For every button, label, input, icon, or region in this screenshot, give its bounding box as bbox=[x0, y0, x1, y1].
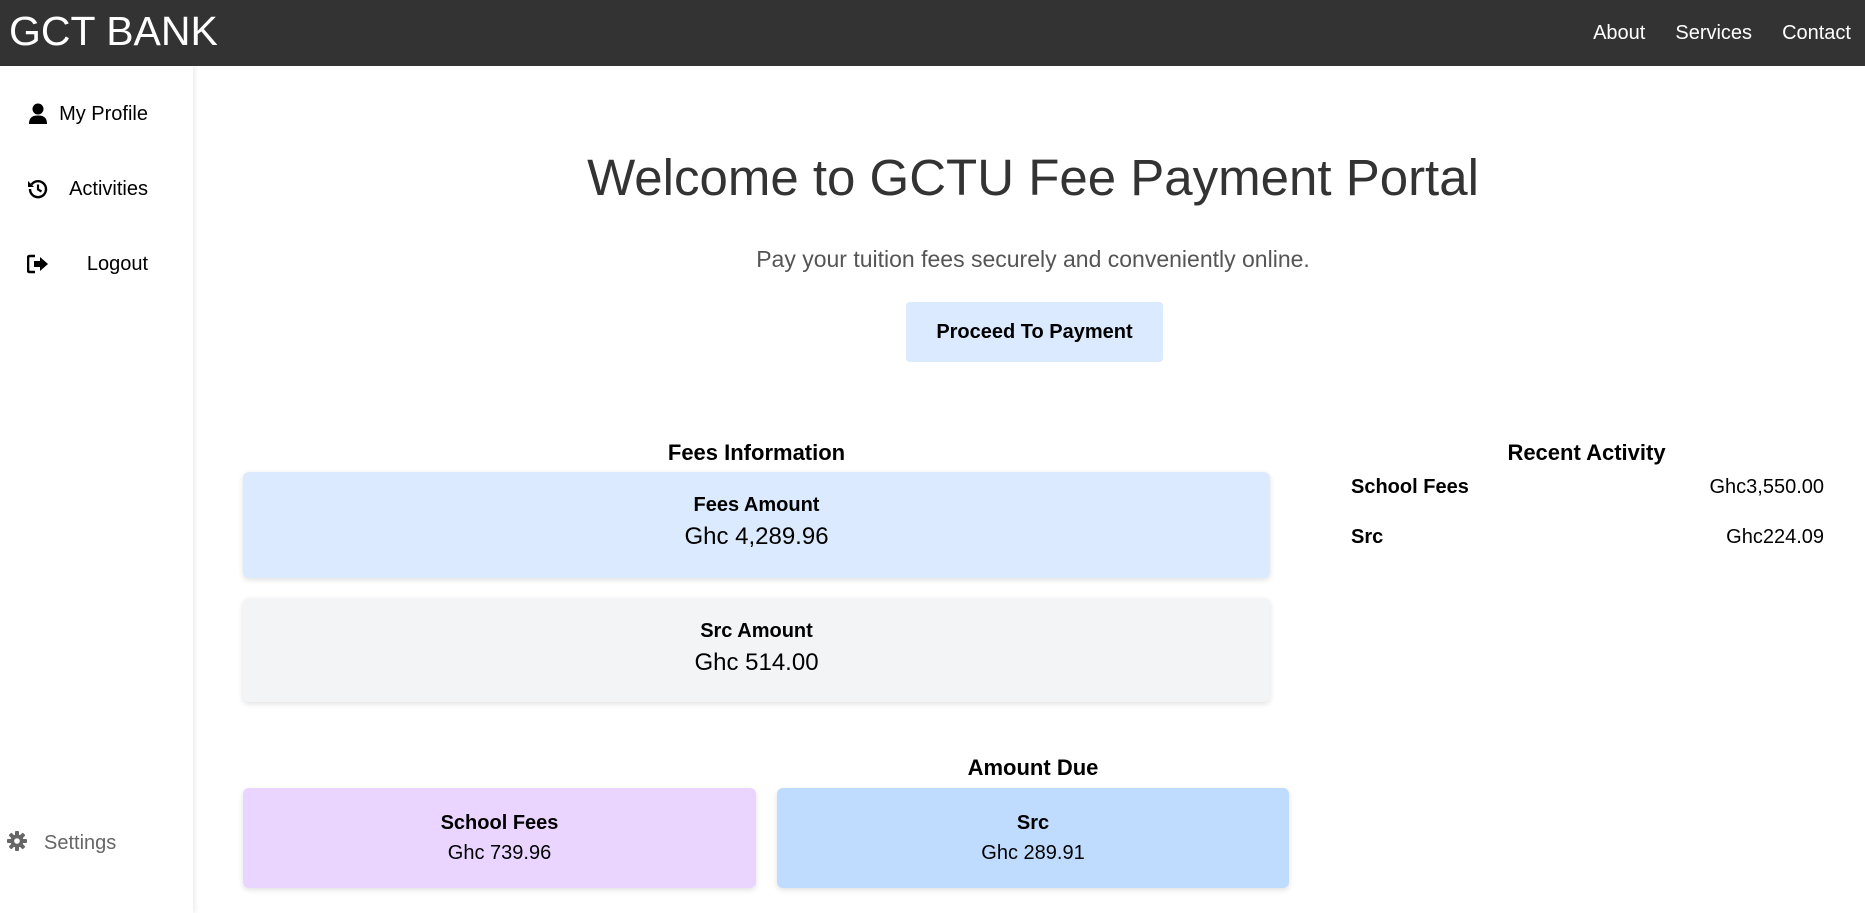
src-due-value: Ghc 289.91 bbox=[981, 842, 1085, 864]
school-fees-due-value: Ghc 739.96 bbox=[447, 842, 552, 864]
sidebar-item-my-profile[interactable]: My Profile bbox=[0, 92, 193, 136]
sidebar-item-label: Activities bbox=[69, 177, 148, 200]
recent-activity-title: Recent Activity bbox=[1507, 440, 1666, 465]
src-amount-label: Src Amount bbox=[700, 620, 813, 642]
top-nav: About Services Contact bbox=[1593, 0, 1851, 66]
src-amount-card: Src Amount Ghc 514.00 bbox=[243, 598, 1270, 702]
page-subtitle: Pay your tuition fees securely and conve… bbox=[756, 246, 1310, 272]
list-item: Src Ghc224.09 bbox=[1351, 526, 1824, 576]
logout-icon bbox=[26, 252, 50, 276]
sidebar: My Profile Activities Logout Settings bbox=[0, 66, 193, 913]
src-amount-value: Ghc 514.00 bbox=[694, 649, 819, 676]
sidebar-settings[interactable]: Settings bbox=[7, 831, 116, 856]
brand-logo[interactable]: GCT BANK bbox=[9, 8, 218, 54]
sidebar-item-logout[interactable]: Logout bbox=[0, 242, 193, 286]
nav-about-link[interactable]: About bbox=[1593, 22, 1645, 45]
fees-information-title: Fees Information bbox=[667, 440, 846, 465]
activity-name: School Fees bbox=[1351, 476, 1469, 498]
src-due-card: Src Ghc 289.91 bbox=[777, 788, 1289, 888]
recent-activity-list: School Fees Ghc3,550.00 Src Ghc224.09 bbox=[1351, 476, 1824, 576]
list-item: School Fees Ghc3,550.00 bbox=[1351, 476, 1824, 526]
proceed-to-payment-button[interactable]: Proceed To Payment bbox=[906, 302, 1163, 362]
sidebar-item-activities[interactable]: Activities bbox=[0, 167, 193, 211]
page-title: Welcome to GCTU Fee Payment Portal bbox=[587, 149, 1479, 206]
user-icon bbox=[26, 102, 50, 126]
amount-due-title: Amount Due bbox=[967, 755, 1099, 780]
activity-name: Src bbox=[1351, 526, 1384, 548]
fees-amount-value: Ghc 4,289.96 bbox=[684, 523, 829, 550]
sidebar-item-label: My Profile bbox=[59, 102, 148, 125]
school-fees-due-label: School Fees bbox=[440, 812, 559, 834]
activity-amount: Ghc3,550.00 bbox=[1709, 476, 1824, 498]
activity-amount: Ghc224.09 bbox=[1726, 526, 1824, 548]
nav-contact-link[interactable]: Contact bbox=[1782, 22, 1851, 45]
school-fees-due-card: School Fees Ghc 739.96 bbox=[243, 788, 756, 888]
fees-amount-card: Fees Amount Ghc 4,289.96 bbox=[243, 472, 1270, 578]
history-icon bbox=[26, 177, 50, 201]
fees-amount-label: Fees Amount bbox=[693, 494, 820, 516]
src-due-label: Src bbox=[1016, 812, 1050, 834]
top-navbar: GCT BANK About Services Contact bbox=[0, 0, 1865, 66]
sidebar-item-label: Logout bbox=[86, 252, 148, 275]
nav-services-link[interactable]: Services bbox=[1675, 22, 1752, 45]
settings-label: Settings bbox=[44, 832, 117, 854]
gear-icon bbox=[7, 831, 27, 856]
